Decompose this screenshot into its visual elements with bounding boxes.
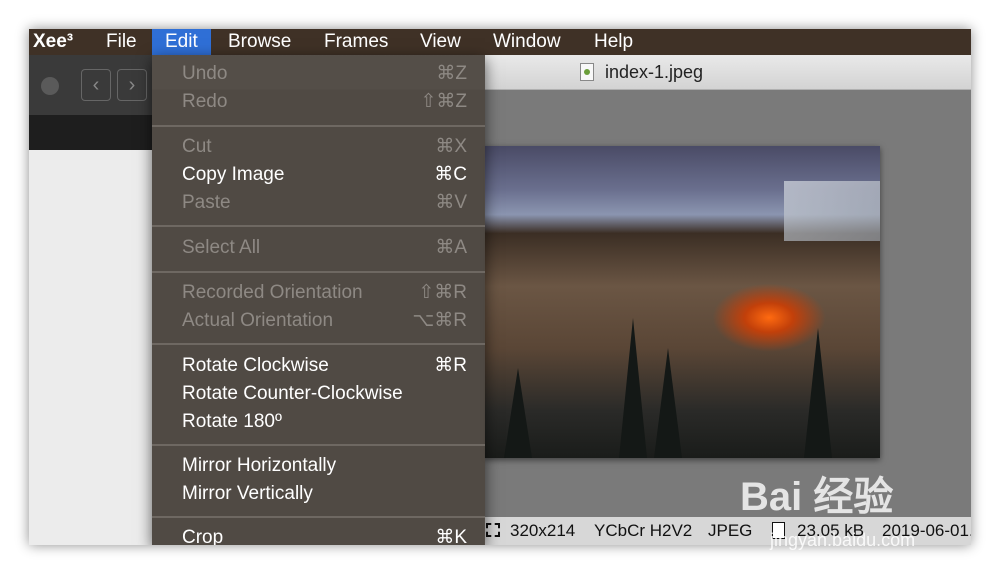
menu-help[interactable]: Help — [594, 29, 633, 55]
menu-shortcut: ⇧⌘R — [418, 282, 467, 303]
menu-shortcut: ⌘K — [435, 527, 467, 545]
menu-shortcut: ⌘A — [435, 237, 467, 258]
menu-item-select-all[interactable]: Select All ⌘A — [182, 234, 467, 262]
menu-shortcut: ⌘X — [435, 136, 467, 157]
menu-item-crop[interactable]: Crop ⌘K — [182, 524, 467, 545]
menu-shortcut: ⌘C — [434, 164, 467, 185]
menu-separator — [152, 343, 485, 345]
menu-item-label: Rotate Counter-Clockwise — [182, 383, 403, 404]
menu-item-label: Mirror Vertically — [182, 483, 313, 504]
file-browser-pane[interactable] — [29, 150, 152, 545]
menu-shortcut: ⌘Z — [436, 63, 467, 84]
menu-edit[interactable]: Edit — [152, 29, 211, 55]
menu-separator — [152, 271, 485, 273]
menu-item-rotate-180[interactable]: Rotate 180º — [182, 408, 467, 436]
chevron-left-icon: ‹ — [92, 74, 100, 96]
image-tree — [504, 368, 532, 458]
menu-item-mirror-vertically[interactable]: Mirror Vertically — [182, 480, 467, 508]
menu-item-actual-orientation[interactable]: Actual Orientation ⌥⌘R — [182, 307, 467, 335]
image-tree — [804, 328, 832, 458]
watermark-url: jingyan.baidu.com — [770, 530, 916, 550]
menu-item-label: Actual Orientation — [182, 310, 334, 331]
status-color: YCbCr H2V2 — [594, 521, 693, 540]
selection-icon — [486, 523, 500, 537]
menu-item-rotate-clockwise[interactable]: Rotate Clockwise ⌘R — [182, 352, 467, 380]
app-menu[interactable]: Xee³ — [33, 29, 73, 55]
menu-item-label: Redo — [182, 91, 228, 112]
back-button[interactable]: ‹ — [81, 69, 111, 101]
menu-browse[interactable]: Browse — [228, 29, 291, 55]
edit-menu-dropdown: Undo ⌘Z Redo ⇧⌘Z Cut ⌘X Copy Image ⌘C Pa… — [152, 55, 485, 545]
menu-file[interactable]: File — [106, 29, 137, 55]
menu-shortcut: ⌘V — [435, 192, 467, 213]
watermark-logo: Bai 经验 — [740, 475, 894, 519]
menu-item-cut[interactable]: Cut ⌘X — [182, 133, 467, 161]
menu-shortcut: ⌘R — [434, 355, 467, 376]
menu-view[interactable]: View — [420, 29, 461, 55]
window-control-button[interactable] — [41, 77, 59, 95]
menu-item-label: Select All — [182, 237, 261, 258]
menu-item-label: Crop — [182, 527, 224, 545]
sidebar-header — [29, 115, 152, 150]
menu-item-rotate-counter-clockwise[interactable]: Rotate Counter-Clockwise — [182, 380, 467, 408]
menu-separator — [152, 516, 485, 518]
forward-button[interactable]: › — [117, 69, 147, 101]
menu-item-recorded-orientation[interactable]: Recorded Orientation ⇧⌘R — [182, 279, 467, 307]
chevron-right-icon: › — [128, 74, 136, 96]
menu-separator — [152, 444, 485, 446]
menu-shortcut: ⌥⌘R — [412, 310, 467, 331]
menu-item-label: Cut — [182, 136, 212, 157]
menu-item-paste[interactable]: Paste ⌘V — [182, 189, 467, 217]
menu-frames[interactable]: Frames — [324, 29, 388, 55]
menu-item-label: Rotate Clockwise — [182, 355, 329, 376]
document-icon — [580, 63, 594, 81]
status-dimensions: 320x214 — [510, 521, 576, 540]
menu-item-redo[interactable]: Redo ⇧⌘Z — [182, 88, 467, 116]
menu-item-copy-image[interactable]: Copy Image ⌘C — [182, 161, 467, 189]
menu-separator — [152, 225, 485, 227]
menu-item-label: Rotate 180º — [182, 411, 282, 432]
menu-item-label: Copy Image — [182, 164, 285, 185]
menu-item-label: Undo — [182, 63, 228, 84]
menu-separator — [152, 125, 485, 127]
image-snow — [784, 181, 880, 241]
image-tree — [619, 318, 647, 458]
menu-shortcut: ⇧⌘Z — [420, 91, 467, 112]
menu-item-label: Recorded Orientation — [182, 282, 363, 303]
menu-bar: Xee³ File Edit Browse Frames View Window… — [29, 29, 971, 55]
menu-item-label: Mirror Horizontally — [182, 455, 337, 476]
image-tree — [654, 348, 682, 458]
menu-item-mirror-horizontally[interactable]: Mirror Horizontally — [182, 452, 467, 480]
menu-item-undo[interactable]: Undo ⌘Z — [182, 60, 467, 88]
menu-window[interactable]: Window — [493, 29, 561, 55]
window-title: index-1.jpeg — [605, 62, 704, 82]
menu-item-label: Paste — [182, 192, 231, 213]
image-view[interactable] — [484, 146, 880, 458]
